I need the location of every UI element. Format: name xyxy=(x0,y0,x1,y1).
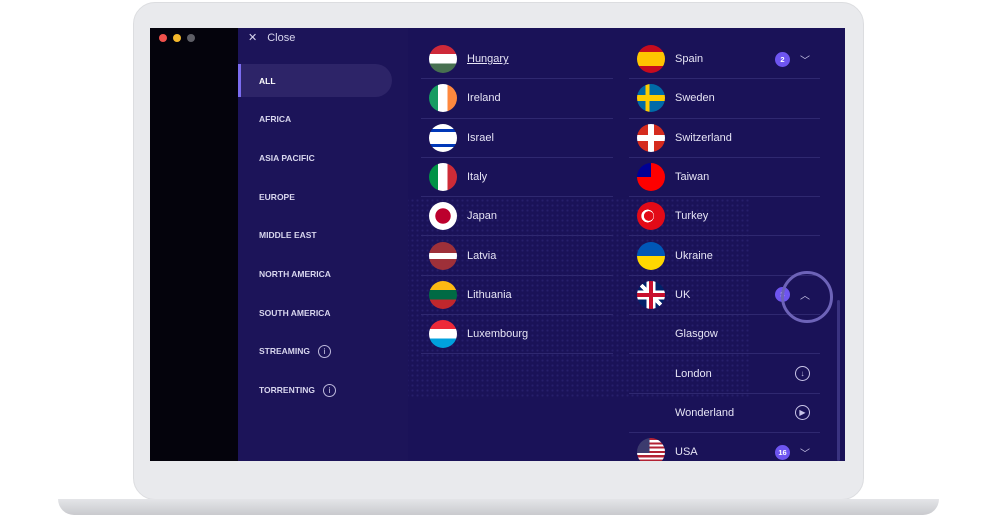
luxembourg-flag-icon xyxy=(429,320,457,349)
info-icon[interactable]: i xyxy=(323,383,337,397)
close-button[interactable]: ✕ Close xyxy=(248,31,295,45)
category-middle-east[interactable]: MIDDLE EAST xyxy=(238,219,392,252)
close-icon: ✕ xyxy=(248,32,258,44)
city-row-wonderland[interactable]: Wonderland ▶ xyxy=(629,394,820,433)
category-europe[interactable]: EUROPE xyxy=(238,180,392,213)
country-row-italy[interactable]: Italy xyxy=(421,158,613,198)
country-row-usa[interactable]: USA 16 ﹀ xyxy=(629,433,820,461)
category-africa[interactable]: AFRICA xyxy=(238,103,392,136)
download-icon[interactable]: ↓ xyxy=(795,366,810,382)
country-row-japan[interactable]: Japan xyxy=(421,197,613,237)
israel-flag-icon xyxy=(429,123,457,152)
category-torrenting[interactable]: TORRENTING i xyxy=(238,374,392,407)
turkey-flag-icon xyxy=(637,202,665,231)
hungary-flag-icon xyxy=(429,45,457,74)
uk-flag-icon xyxy=(637,280,665,309)
country-row-switzerland[interactable]: Switzerland xyxy=(629,119,820,158)
category-all[interactable]: ALL xyxy=(238,64,392,97)
chevron-down-icon[interactable]: ﹀ xyxy=(800,445,810,460)
taiwan-flag-icon xyxy=(637,163,665,192)
category-panel: ✕ Close ALL AFRICA ASIA PACIFIC EUROPE MIDDLE… xyxy=(238,28,408,461)
scrollbar[interactable] xyxy=(837,300,840,461)
chevron-down-icon[interactable]: ﹀ xyxy=(800,52,810,67)
info-icon[interactable]: i xyxy=(318,344,331,358)
japan-flag-icon xyxy=(429,202,457,231)
country-row-lithuania[interactable]: Lithuania xyxy=(421,276,613,316)
category-north-america[interactable]: NORTH AMERICA xyxy=(238,258,392,291)
focus-ring-highlight xyxy=(781,271,833,323)
ukraine-flag-icon xyxy=(637,241,665,270)
country-row-ukraine[interactable]: Ukraine xyxy=(629,236,820,276)
country-row-sweden[interactable]: Sweden xyxy=(629,79,820,119)
server-count-badge: 16 xyxy=(775,444,790,460)
latvia-flag-icon xyxy=(429,241,457,270)
sweden-flag-icon xyxy=(637,84,665,113)
city-row-glasgow[interactable]: Glasgow xyxy=(629,315,820,355)
country-row-spain[interactable]: Spain 2 ﹀ xyxy=(629,40,820,80)
country-row-turkey[interactable]: Turkey xyxy=(629,197,820,237)
category-streaming[interactable]: STREAMING i xyxy=(238,335,392,368)
window-close-button[interactable] xyxy=(159,34,167,42)
italy-flag-icon xyxy=(429,163,457,192)
country-list-left: Hungary Ireland Israel Italy Japan Latvia Lith… xyxy=(421,40,613,355)
window-sidebar xyxy=(150,28,238,461)
country-list-right: Spain 2 ﹀ Sweden Switzerland Taiwan Turkey Ukra… xyxy=(629,40,820,461)
window-minimize-button[interactable] xyxy=(173,34,181,42)
lithuania-flag-icon xyxy=(429,280,457,309)
country-row-hungary[interactable]: Hungary xyxy=(421,40,613,80)
country-row-latvia[interactable]: Latvia xyxy=(421,236,613,276)
app-window: ✕ Close ALL AFRICA ASIA PACIFIC EUROPE MIDDLE… xyxy=(150,28,845,461)
usa-flag-icon xyxy=(637,438,665,461)
category-south-america[interactable]: SOUTH AMERICA xyxy=(238,296,392,329)
country-row-luxembourg[interactable]: Luxembourg xyxy=(421,315,613,355)
country-row-ireland[interactable]: Ireland xyxy=(421,79,613,119)
window-maximize-button[interactable] xyxy=(187,34,195,42)
country-row-israel[interactable]: Israel xyxy=(421,119,613,158)
ireland-flag-icon xyxy=(429,84,457,113)
city-row-london[interactable]: London ↓ xyxy=(629,354,820,394)
country-row-taiwan[interactable]: Taiwan xyxy=(629,158,820,198)
laptop-base xyxy=(58,499,939,515)
server-count-badge: 2 xyxy=(775,51,790,67)
category-asia-pacific[interactable]: ASIA PACIFIC xyxy=(238,141,392,174)
play-icon[interactable]: ▶ xyxy=(795,405,810,421)
switzerland-flag-icon xyxy=(637,123,665,152)
spain-flag-icon xyxy=(637,45,665,74)
